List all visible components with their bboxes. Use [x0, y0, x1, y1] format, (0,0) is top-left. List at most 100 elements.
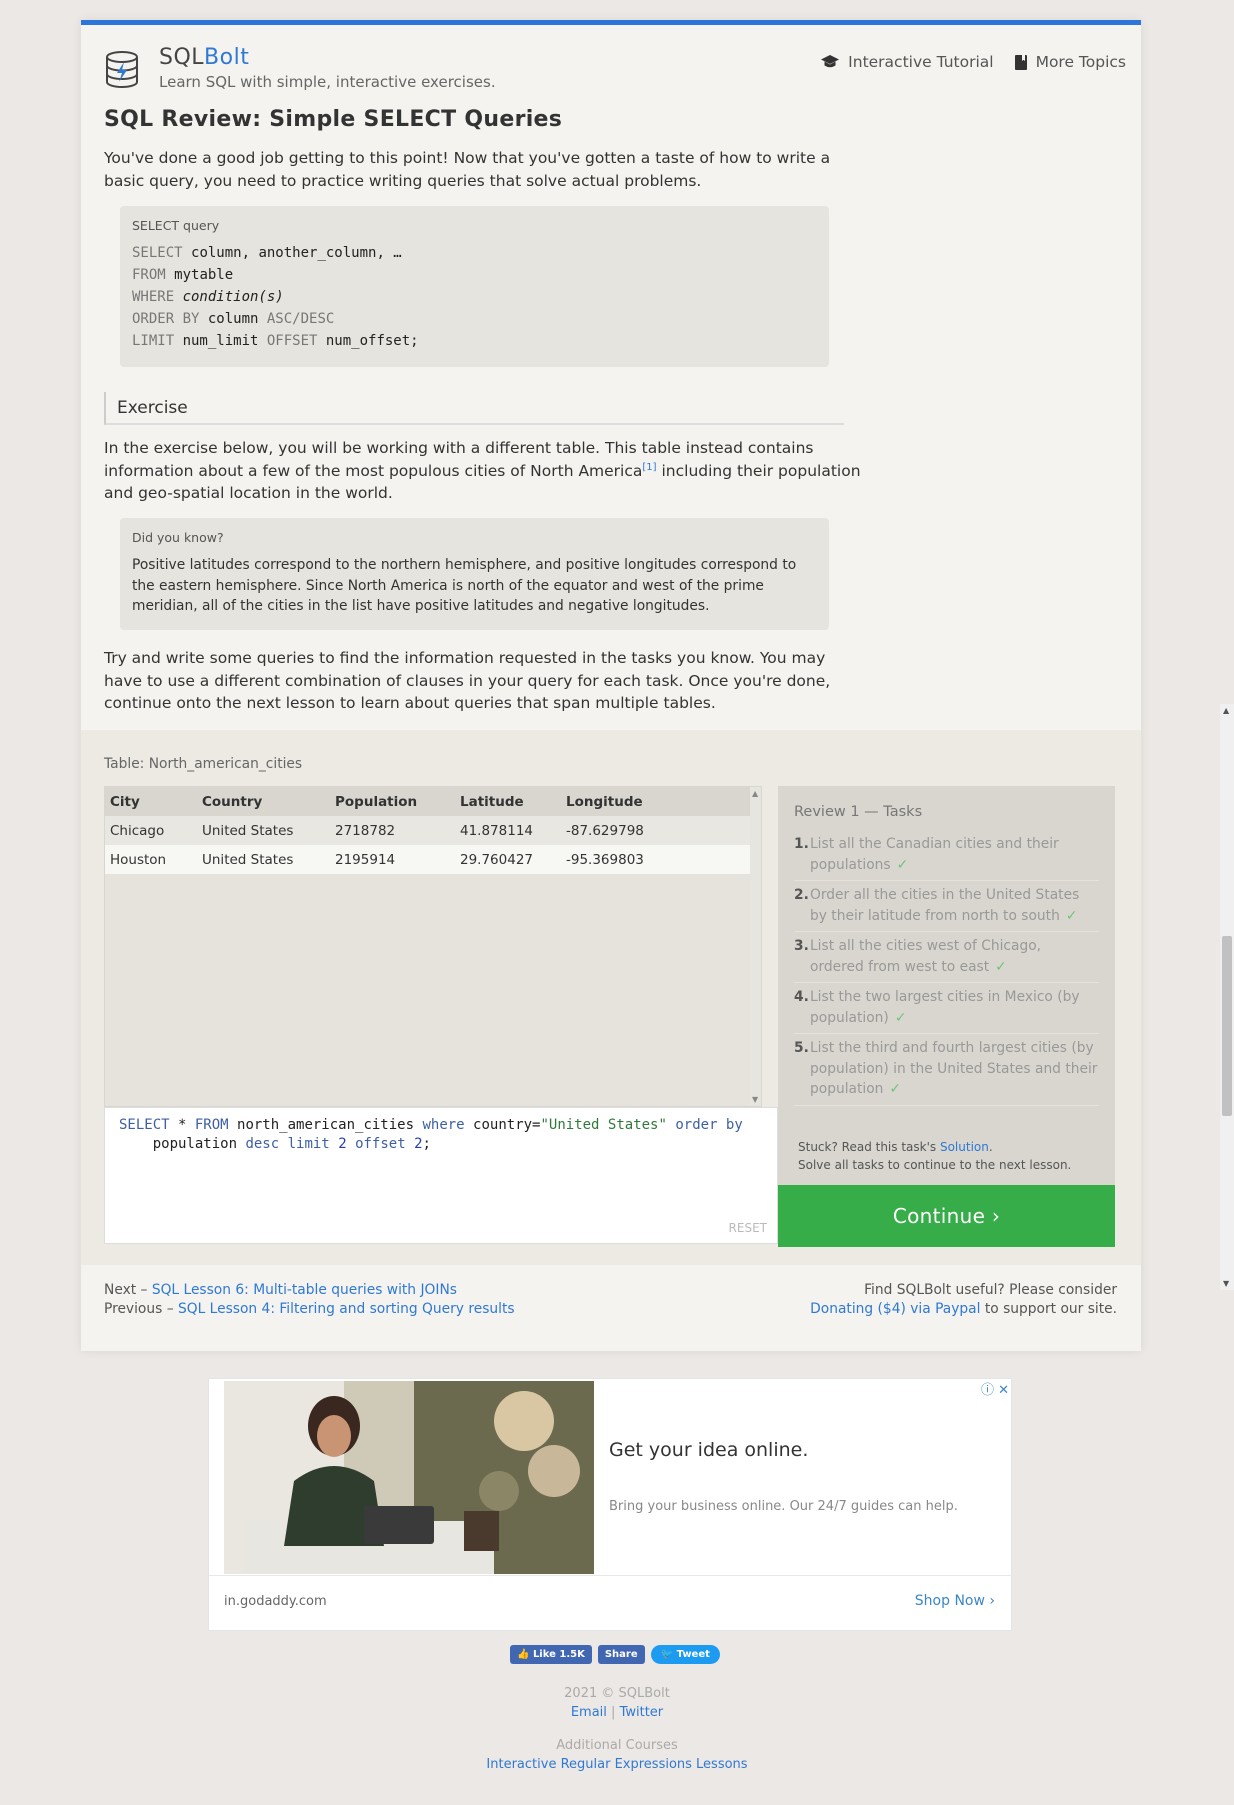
- tagline: Learn SQL with simple, interactive exerc…: [159, 73, 496, 91]
- tasks-title: Review 1 — Tasks: [794, 804, 923, 820]
- task-item: 4. List the two largest cities in Mexico …: [794, 983, 1099, 1034]
- table-cell: 41.878114: [455, 816, 561, 845]
- nav-label: Interactive Tutorial: [848, 53, 994, 71]
- check-icon: ✓: [995, 958, 1007, 975]
- code-line: SELECT column, another_column, …: [132, 245, 402, 261]
- next-lesson-link[interactable]: SQL Lesson 6: Multi-table queries with J…: [152, 1282, 457, 1298]
- query-editor[interactable]: SELECT * FROM north_american_cities wher…: [104, 1107, 778, 1244]
- did-you-know-label: Did you know?: [132, 530, 224, 545]
- code-token: limit: [287, 1136, 330, 1152]
- footer-links: Email | Twitter: [570, 1705, 664, 1720]
- database-bolt-icon[interactable]: [104, 50, 140, 90]
- table-row: Chicago United States 2718782 41.878114 …: [105, 816, 758, 845]
- ad-photo: [224, 1381, 594, 1574]
- brand-suffix: Bolt: [204, 45, 250, 70]
- tweet-button[interactable]: 🐦 Tweet: [650, 1645, 720, 1664]
- nav-more-topics[interactable]: More Topics: [1014, 53, 1126, 71]
- tasks-panel: Review 1 — Tasks 1. List all the Canadian…: [778, 786, 1115, 1185]
- donate-link[interactable]: Donating ($4) via Paypal: [810, 1301, 980, 1317]
- table-cell: Chicago: [105, 816, 197, 845]
- brand-name[interactable]: SQLBolt: [159, 45, 249, 70]
- code-token: SELECT: [119, 1117, 170, 1133]
- code-token: where: [422, 1117, 465, 1133]
- task-item: 5. List the third and fourth largest citi…: [794, 1034, 1099, 1106]
- select-query-box: SELECT query SELECT column, another_colu…: [120, 206, 829, 367]
- support-note: Find SQLBolt useful? Please consider Don…: [810, 1282, 1117, 1317]
- page-title: SQL Review: Simple SELECT Queries: [104, 107, 563, 132]
- task-item: 1. List all the Canadian cities and their…: [794, 830, 1099, 881]
- additional-courses-label: Additional Courses: [556, 1738, 678, 1753]
- lesson-navigation: Next – SQL Lesson 6: Multi-table queries…: [104, 1282, 515, 1317]
- ad-title: Get your idea online.: [609, 1439, 809, 1461]
- table-cell: 2718782: [330, 816, 455, 845]
- code-token: north_american_cities: [228, 1117, 423, 1133]
- code-token: order by: [675, 1117, 743, 1133]
- ad-domain: in.godaddy.com: [224, 1594, 327, 1609]
- page-scrollbar[interactable]: ▲ ▼: [1220, 704, 1234, 1290]
- code-line: ORDER BY column ASC/DESC: [132, 311, 335, 327]
- query-line-1: SELECT * FROM north_american_cities wher…: [119, 1116, 763, 1135]
- code-token: 2: [414, 1136, 423, 1152]
- code-token: desc: [245, 1136, 280, 1152]
- code-token: ;: [422, 1136, 431, 1152]
- nav-interactive-tutorial[interactable]: Interactive Tutorial: [820, 53, 994, 71]
- scroll-up-icon[interactable]: ▲: [752, 789, 758, 798]
- advertisement[interactable]: ⓘ ✕ Get your idea online. Bring your bus…: [208, 1378, 1013, 1631]
- scroll-down-icon[interactable]: ▼: [752, 1095, 758, 1104]
- twitter-link[interactable]: Twitter: [620, 1705, 664, 1720]
- did-you-know-box: Did you know? Positive latitudes corresp…: [120, 518, 829, 630]
- code-token: "United States": [540, 1117, 667, 1133]
- footer-copyright: 2021 © SQLBolt: [564, 1686, 670, 1701]
- continue-button[interactable]: Continue ›: [778, 1185, 1115, 1247]
- scrollbar-thumb[interactable]: [1222, 936, 1232, 1116]
- code-token: FROM: [194, 1117, 229, 1133]
- code-token: country=: [464, 1117, 541, 1133]
- ad-footer: in.godaddy.com Shop Now ›: [209, 1575, 1013, 1631]
- top-nav: Interactive Tutorial More Topics: [820, 53, 1126, 71]
- ad-choices-icon[interactable]: ⓘ ✕: [981, 1379, 1009, 1398]
- table-cell: United States: [197, 816, 330, 845]
- chevron-right-icon: ›: [989, 1593, 995, 1609]
- solution-link[interactable]: Solution: [940, 1140, 989, 1154]
- code-token: offset: [355, 1136, 406, 1152]
- previous-lesson-link[interactable]: SQL Lesson 4: Filtering and sorting Quer…: [178, 1301, 515, 1317]
- stuck-hint: Stuck? Read this task's Solution. Solve …: [798, 1140, 1072, 1172]
- check-icon: ✓: [896, 856, 909, 873]
- table-cell: 2195914: [330, 845, 455, 874]
- shop-now-button[interactable]: Shop Now ›: [915, 1593, 995, 1609]
- solve-all-note: Solve all tasks to continue to the next …: [798, 1158, 1072, 1172]
- footnote-link[interactable]: [1]: [642, 462, 656, 473]
- column-header: Latitude: [455, 787, 561, 816]
- table-cell: United States: [197, 845, 330, 874]
- instructions-paragraph: Try and write some queries to find the i…: [104, 649, 831, 712]
- regex-lessons-link-row: Interactive Regular Expressions Lessons: [0, 1757, 1234, 1772]
- query-line-2: population desc limit 2 offset 2;: [119, 1135, 763, 1154]
- social-buttons: 👍 Like 1.5K Share 🐦 Tweet: [510, 1645, 720, 1664]
- code-line: LIMIT num_limit OFFSET num_offset;: [132, 333, 419, 349]
- twitter-bird-icon: 🐦: [660, 1649, 674, 1660]
- reset-button[interactable]: RESET: [729, 1221, 767, 1235]
- check-icon: ✓: [894, 1009, 907, 1026]
- task-item: 2. Order all the cities in the United Sta…: [794, 881, 1099, 932]
- regex-lessons-link[interactable]: Interactive Regular Expressions Lessons: [486, 1757, 747, 1772]
- email-link[interactable]: Email: [571, 1705, 607, 1720]
- results-scrollbar[interactable]: ▲ ▼: [750, 787, 761, 1106]
- query-box-label: SELECT query: [132, 218, 220, 233]
- table-cell: -95.369803: [561, 845, 758, 874]
- results-table-panel: City Country Population Latitude Longitu…: [104, 786, 762, 1107]
- scroll-up-icon[interactable]: ▲: [1223, 706, 1229, 715]
- did-you-know-text: Positive latitudes correspond to the nor…: [132, 557, 797, 614]
- facebook-share-button[interactable]: Share: [597, 1645, 645, 1664]
- column-header: Country: [197, 787, 330, 816]
- exercise-widget: Table: North_american_cities City Countr…: [81, 730, 1141, 1265]
- ad-subtitle: Bring your business online. Our 24/7 gui…: [609, 1499, 958, 1514]
- scroll-down-icon[interactable]: ▼: [1223, 1279, 1229, 1288]
- bookmark-icon: [1014, 54, 1027, 70]
- facebook-like-button[interactable]: 👍 Like 1.5K: [510, 1645, 592, 1664]
- column-header: City: [105, 787, 197, 816]
- code-token: 2: [338, 1136, 347, 1152]
- exercise-heading: Exercise: [104, 392, 844, 425]
